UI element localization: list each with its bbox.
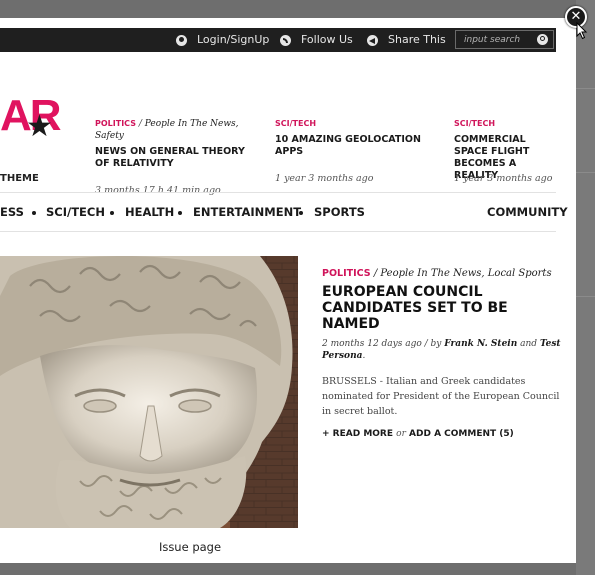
category-link[interactable]: SCI/TECH	[454, 119, 495, 128]
read-more-link[interactable]: + READ MORE	[322, 429, 393, 439]
news-time: 1 year 3 months ago	[275, 173, 374, 184]
mouse-cursor-icon	[576, 22, 588, 40]
login-label: Login/SignUp	[197, 33, 270, 46]
main-nav: ESS SCI/TECH HEALTH ENTERTAINMENT SPORTS…	[0, 205, 568, 223]
background-divider	[576, 88, 595, 89]
nav-item-sports[interactable]: SPORTS	[314, 205, 365, 219]
background-divider	[576, 172, 595, 173]
article-excerpt: BRUSSELS - Italian and Greek candidates …	[322, 376, 560, 417]
search-icon[interactable]	[537, 34, 548, 45]
share-this-link[interactable]: Share This	[367, 28, 446, 52]
article-time: 2 months 12 days ago	[322, 339, 422, 349]
news-categories: SCI/TECH	[275, 118, 435, 130]
nav-separator	[110, 211, 114, 215]
nav-separator	[32, 211, 36, 215]
login-signup-link[interactable]: Login/SignUp	[176, 28, 269, 52]
author-link[interactable]: Frank N. Stein	[444, 339, 517, 349]
nav-separator	[299, 211, 303, 215]
category-link[interactable]: SCI/TECH	[275, 119, 316, 128]
nav-divider	[0, 231, 556, 232]
news-time: 1 year 3 months ago	[454, 173, 553, 184]
share-icon	[367, 34, 378, 46]
follow-label: Follow Us	[301, 33, 353, 46]
category-link[interactable]: POLITICS	[322, 268, 371, 279]
search-input[interactable]	[456, 31, 536, 48]
lightbox-modal: Login/SignUp Follow Us Share This AR ★ T…	[0, 18, 576, 563]
background-divider	[576, 296, 595, 297]
news-title[interactable]: NEWS ON GENERAL THEORY OF RELATIVITY	[95, 146, 255, 170]
news-categories: POLITICS / People In The News, Safety	[95, 119, 239, 141]
rss-icon	[280, 34, 291, 46]
featured-article: POLITICS / People In The News, Local Spo…	[322, 268, 562, 439]
share-label: Share This	[388, 33, 446, 46]
nav-separator	[178, 211, 182, 215]
nav-item-community[interactable]: COMMUNITY	[487, 205, 568, 219]
add-comment-link[interactable]: ADD A COMMENT (5)	[409, 429, 514, 439]
follow-us-link[interactable]: Follow Us	[280, 28, 353, 52]
image-caption: Issue page	[158, 540, 222, 554]
category-link[interactable]: POLITICS	[95, 119, 136, 128]
news-item: SCI/TECH 10 AMAZING GEOLOCATION APPS 1 y…	[275, 118, 435, 184]
by-label: by	[430, 339, 442, 349]
news-categories: SCI/TECH	[454, 118, 556, 130]
nav-item-health[interactable]: HEALTH	[125, 205, 174, 219]
article-actions: + READ MORE or ADD A COMMENT (5)	[322, 429, 562, 439]
news-title[interactable]: 10 AMAZING GEOLOCATION APPS	[275, 134, 435, 158]
header-divider	[0, 192, 556, 193]
and-label: and	[520, 339, 538, 349]
top-bar: Login/SignUp Follow Us Share This	[0, 28, 556, 52]
logo-star-icon: ★	[26, 109, 53, 144]
nav-item-entertainment[interactable]: ENTERTAINMENT	[193, 205, 301, 219]
search-box	[455, 30, 554, 49]
or-label: or	[396, 429, 406, 439]
article-headline[interactable]: EUROPEAN COUNCIL CANDIDATES SET TO BE NA…	[322, 284, 562, 332]
news-time: 3 months 17 h 41 min ago	[95, 185, 221, 196]
article-categories: POLITICS / People In The News, Local Spo…	[322, 268, 552, 279]
featured-image[interactable]	[0, 256, 298, 528]
logo-subtitle: THEME	[0, 173, 39, 184]
marble-bust-image	[0, 256, 298, 528]
nav-item-scitech[interactable]: SCI/TECH	[46, 205, 105, 219]
tag-links[interactable]: People In The News, Local Sports	[380, 268, 551, 279]
news-item: POLITICS / People In The News, Safety NE…	[95, 118, 255, 196]
background-page-edge	[576, 0, 595, 575]
nav-item-business[interactable]: ESS	[0, 205, 24, 219]
news-item: SCI/TECH COMMERCIAL SPACE FLIGHT BECOMES…	[454, 118, 556, 184]
article-byline: 2 months 12 days ago / by Frank N. Stein…	[322, 339, 561, 361]
user-icon	[176, 34, 187, 46]
